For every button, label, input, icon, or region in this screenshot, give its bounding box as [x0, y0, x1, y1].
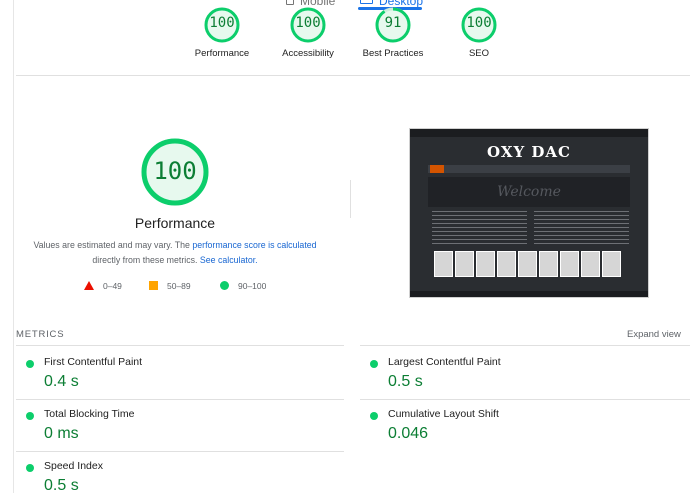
gauge-label: Performance — [194, 48, 250, 59]
metric-divider — [16, 451, 344, 452]
score-calculated-link[interactable]: performance score is calculated — [192, 240, 316, 250]
site-welcome: Welcome — [497, 184, 561, 200]
metric-divider — [360, 399, 690, 400]
site-photos — [434, 251, 630, 281]
legend-pass: 90–100 — [220, 281, 266, 291]
gauge-score: 100 — [466, 15, 492, 31]
circle-icon — [220, 281, 229, 290]
performance-score: 100 — [153, 157, 197, 185]
gauge-accessibility[interactable]: 100 Accessibility — [268, 6, 348, 59]
performance-gauge: 100 — [140, 137, 210, 207]
gauge-label: Accessibility — [282, 48, 334, 59]
gauge-score: 91 — [384, 15, 402, 31]
section-divider — [16, 75, 690, 76]
pass-circle-icon — [26, 464, 34, 472]
metric-divider — [360, 345, 690, 346]
triangle-icon — [84, 281, 94, 290]
monitor-icon — [360, 0, 373, 4]
site-logo: OXY DAC — [487, 143, 571, 161]
page-screenshot-preview: OXY DAC Welcome — [409, 128, 649, 298]
metric-divider — [16, 345, 344, 346]
gauge-label: Best Practices — [362, 48, 424, 59]
gauge-performance[interactable]: 100 Performance — [182, 6, 262, 59]
left-border — [13, 0, 14, 493]
vertical-separator — [350, 180, 351, 218]
pass-circle-icon — [26, 360, 34, 368]
gauge-label: SEO — [468, 48, 490, 59]
performance-title: Performance — [134, 215, 216, 231]
pass-circle-icon — [370, 360, 378, 368]
gauge-seo[interactable]: 100 SEO — [439, 6, 519, 59]
metrics-title: METRICS — [16, 329, 65, 340]
gauge-score: 100 — [209, 15, 235, 31]
pass-circle-icon — [370, 412, 378, 420]
square-icon — [149, 281, 158, 290]
gauge-score: 100 — [295, 15, 321, 31]
performance-note: Values are estimated and may vary. The p… — [33, 240, 317, 265]
pass-circle-icon — [26, 412, 34, 420]
see-calculator-link[interactable]: See calculator. — [200, 255, 258, 265]
expand-view-button[interactable]: Expand view — [627, 329, 681, 340]
metric-divider — [16, 399, 344, 400]
legend-fail: 0–49 — [84, 281, 122, 291]
phone-icon — [286, 0, 294, 5]
legend-average: 50–89 — [149, 281, 191, 291]
gauge-best-practices[interactable]: 91 Best Practices — [353, 6, 433, 59]
